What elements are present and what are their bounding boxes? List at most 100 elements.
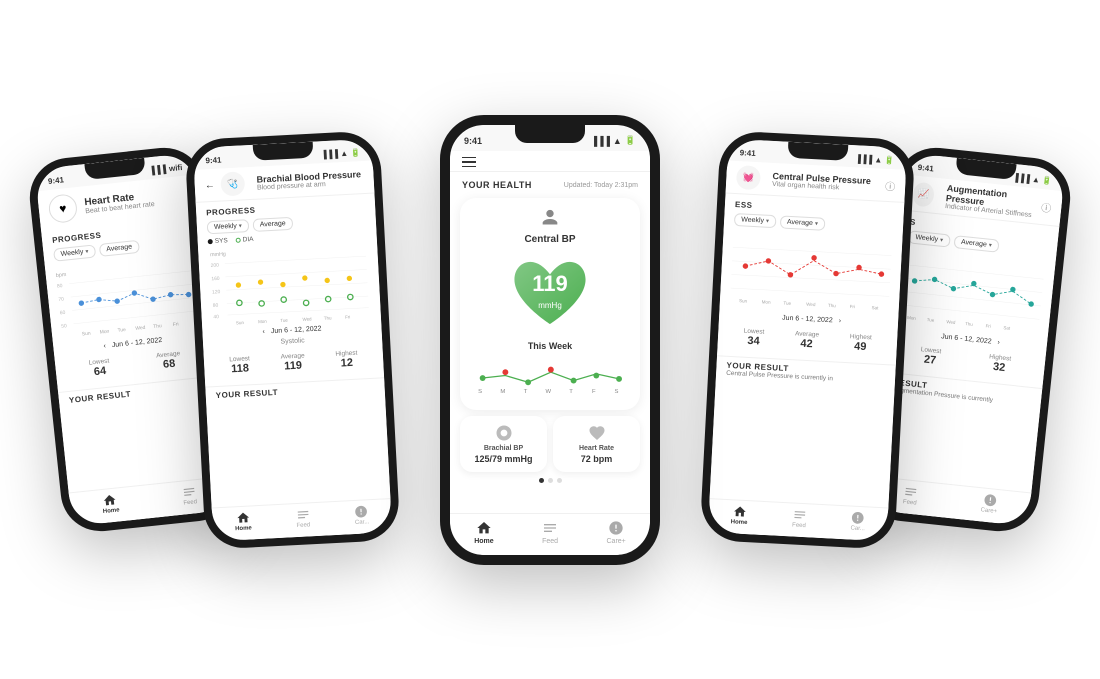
progress-brachial: PROGRESS Weekly ▾ Average SYS [196,193,384,386]
svg-text:Tue: Tue [927,317,936,323]
nav-care-label: Care+ [607,538,626,545]
svg-text:80: 80 [213,302,219,308]
brachial-bp-card[interactable]: Brachial BP 125/79 mmHg [460,416,547,472]
phone-center: 9:41 ▐▐▐ ▲ 🔋 [440,115,660,565]
notch-center [515,125,585,143]
heart-value: 119 mmHg [532,273,568,313]
svg-text:Sun: Sun [236,319,245,324]
svg-text:Mon: Mon [258,318,267,323]
center-header [450,151,650,173]
notch-left2 [252,141,313,160]
nav-home-label: Home [474,538,493,545]
svg-text:Fri: Fri [345,314,350,319]
screen-left2: ← 🩺 Brachial Blood Pressure Blood pressu… [194,160,392,541]
phone-central-pulse: 9:41 ▐▐▐ ▲ 🔋 💓 Central Pulse Pressure Vi… [699,130,915,550]
home-icon-right2 [732,504,747,519]
phone-brachial-bp: 9:41 ▐▐▐ ▲ 🔋 ← 🩺 Brachial Blood Pressure… [184,130,400,550]
nav-feed[interactable]: Feed [542,520,558,545]
page-dot-1 [539,478,544,483]
svg-text:Sat: Sat [1003,325,1011,331]
svg-text:120: 120 [212,289,221,295]
info-icon-right2[interactable]: ⓘ [885,177,896,193]
care-nav-icon [608,520,624,536]
your-health-section: YOUR HEALTH Updated: Today 2:31pm [450,172,650,194]
week-chart: S M T W T F S [470,357,630,400]
back-arrow-left2[interactable]: ← [204,179,215,191]
svg-text:Tue: Tue [117,327,126,334]
pagination-dots [450,478,650,483]
svg-text:200: 200 [211,262,220,268]
page-dot-3 [557,478,562,483]
time-center: 9:41 [464,136,482,146]
filter-avg-right1[interactable]: Average ▾ [953,235,999,253]
home-icon-left1 [102,493,117,508]
chart-right1: Mon Tue Wed Thu Fri Sat [899,247,1046,341]
central-pulse-icon: 💓 [736,165,761,190]
filter-weekly-left1[interactable]: Weekly ▾ [53,244,96,261]
bottom-metric-cards: Brachial BP 125/79 mmHg Heart Rate 72 bp… [460,416,640,472]
svg-text:Wed: Wed [946,319,956,325]
heart-container: 119 mmHg [505,253,595,333]
svg-text:Wed: Wed [806,301,816,307]
care-icon-left2 [354,504,369,519]
screen-center: YOUR HEALTH Updated: Today 2:31pm Centra… [450,151,650,555]
svg-text:Mon: Mon [907,315,917,321]
heart-number: 119 [532,273,568,295]
svg-text:Thu: Thu [828,302,837,307]
filter-weekly-left2[interactable]: Weekly ▾ [207,219,249,234]
aug-icon: 📈 [912,181,936,207]
time-left2: 9:41 [205,154,221,164]
notch-right2 [787,141,848,160]
feed-icon-left2 [295,507,310,522]
svg-text:Thu: Thu [324,315,332,320]
heart-rate-card[interactable]: Heart Rate 72 bpm [553,416,640,472]
filter-avg-right2[interactable]: Average ▾ [780,215,826,230]
bottom-nav-left2: Home Feed Car... [212,498,393,541]
svg-text:Sun: Sun [739,298,748,303]
svg-text:Tue: Tue [280,317,288,322]
heart-unit: mmHg [538,301,562,310]
filter-weekly-right2[interactable]: Weekly ▾ [734,213,776,228]
heart-rate-card-icon [588,424,606,442]
brachial-card-value: 125/79 mmHg [474,454,532,464]
svg-text:S: S [478,389,482,395]
brachial-card-icon [495,424,513,442]
svg-text:W: W [546,389,552,395]
brachial-card-title: Brachial BP [484,445,523,452]
nav-care[interactable]: Care+ [607,520,626,545]
filter-weekly-right1[interactable]: Weekly ▾ [908,230,951,247]
care-icon-right1 [982,493,997,508]
svg-text:Fri: Fri [173,321,179,328]
brachial-icon: 🩺 [220,171,245,196]
central-bp-card: Central BP [460,198,640,410]
page-dot-2 [548,478,553,483]
heart-rate-card-value: 72 bpm [581,454,613,464]
time-right2: 9:41 [740,147,756,157]
filter-avg-left2[interactable]: Average [252,216,293,231]
nav-home[interactable]: Home [474,520,493,545]
svg-text:40: 40 [213,314,219,320]
svg-text:Sat: Sat [871,305,879,310]
info-icon-right1[interactable]: ⓘ [1041,199,1053,215]
svg-text:160: 160 [211,275,220,281]
chart-left2: mmHg 200 160 120 80 40 [208,240,371,328]
svg-text:Tue: Tue [783,300,791,305]
chart-right2: Sun Mon Tue Wed Thu Fri Sat [729,229,892,317]
svg-text:M: M [500,389,505,395]
svg-text:F: F [592,389,596,395]
feed-icon-left1 [181,484,196,499]
feed-icon-right2 [792,507,807,522]
svg-text:mmHg: mmHg [210,251,226,258]
filter-avg-left1[interactable]: Average [99,240,140,257]
this-week-label: This Week [528,341,572,351]
svg-text:Fri: Fri [850,303,856,308]
svg-text:Mon: Mon [99,329,109,336]
person-icon [539,208,561,230]
bottom-nav-right2: Home Feed Car... [708,498,889,541]
svg-text:50: 50 [61,323,67,330]
svg-text:80: 80 [57,283,63,290]
svg-text:Wed: Wed [135,325,146,332]
hamburger-icon[interactable] [462,157,476,168]
svg-text:Sun: Sun [82,331,92,338]
chart-left1: bpm 80 70 60 50 [55,251,202,345]
